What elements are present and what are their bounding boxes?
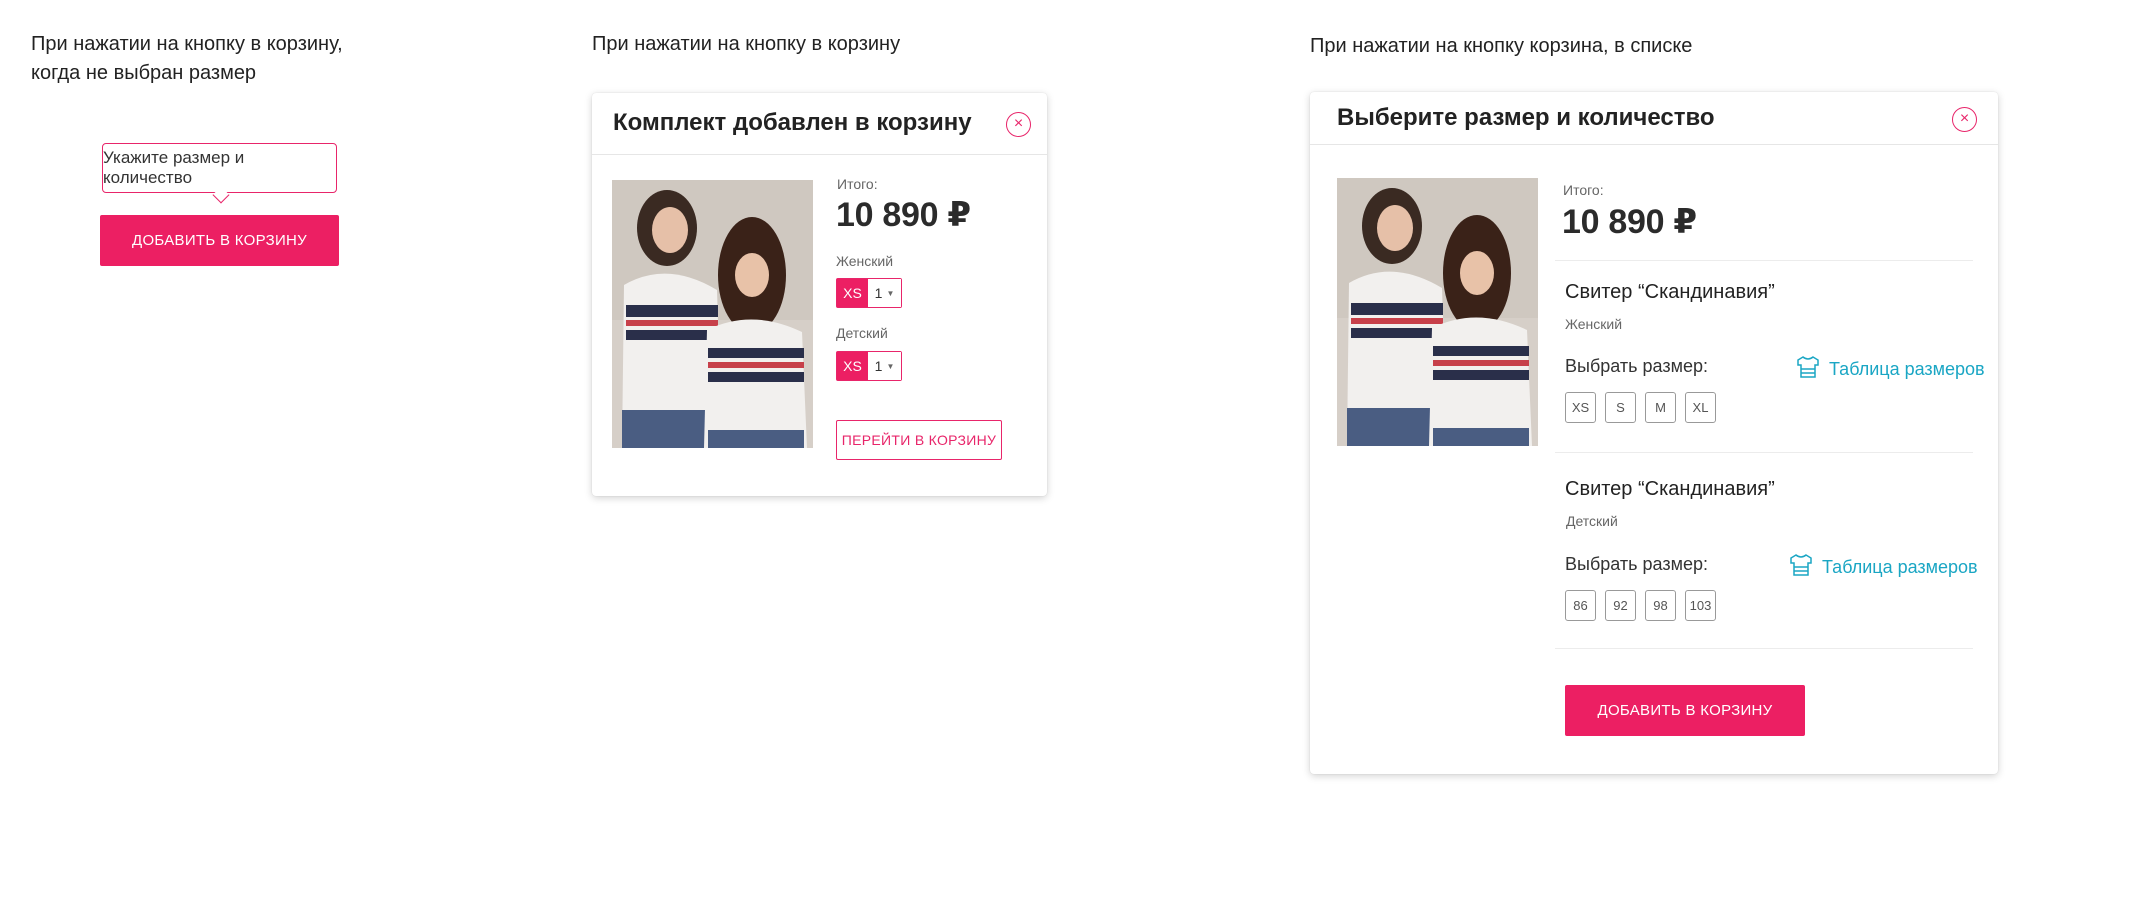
size-option[interactable]: M [1645,392,1676,423]
size-table-link[interactable]: Таблица размеров [1788,552,1978,583]
size-table-label: Таблица размеров [1822,557,1978,577]
size-table-icon [1795,354,1821,385]
product-image [1337,178,1538,446]
added-to-cart-popup: Комплект добавлен в корзину × Итого: 10 … [592,93,1047,496]
quantity-select[interactable]: 1 ▼ [868,279,901,307]
choose-size-label: Выбрать размер: [1565,356,1708,376]
product-variant: Детский [1566,513,1618,529]
size-required-tooltip: Укажите размер и количество [102,143,337,193]
size-option[interactable]: 86 [1565,590,1596,621]
tooltip-text: Укажите размер и количество [103,148,245,187]
total-label: Итого: [837,176,878,192]
popup-title: Выберите размер и количество [1337,104,1715,131]
size-option[interactable]: 103 [1685,590,1716,621]
caption-added: При нажатии на кнопку в корзину [592,33,901,55]
product-name: Свитер “Скандинавия” [1565,281,1775,303]
close-icon[interactable]: × [1952,107,1977,132]
size-option[interactable]: XL [1685,392,1716,423]
size-option[interactable]: 98 [1645,590,1676,621]
caption-no-size: При нажатии на кнопку в корзину, когда н… [31,33,343,84]
size-qty-select-kids[interactable]: XS 1 ▼ [836,351,902,381]
product-name: Свитер “Скандинавия” [1565,478,1775,500]
divider [1555,648,1973,649]
size-option[interactable]: 92 [1605,590,1636,621]
size-qty-select-women[interactable]: XS 1 ▼ [836,278,902,308]
popup-title: Комплект добавлен в корзину [613,109,972,136]
quantity-value: 1 [874,285,883,301]
size-table-link[interactable]: Таблица размеров [1795,354,1985,385]
popup-header: Комплект добавлен в корзину × [592,93,1047,155]
size-option[interactable]: S [1605,392,1636,423]
choose-size-label: Выбрать размер: [1565,554,1708,574]
size-option[interactable]: XS [1565,392,1596,423]
caption-from-list: При нажатии на кнопку корзина, в списке [1310,35,1693,57]
size-table-label: Таблица размеров [1829,359,1985,379]
add-to-cart-button[interactable]: ДОБАВИТЬ В КОРЗИНУ [1565,685,1805,736]
total-price: 10 890 ₽ [1562,203,1697,241]
product-image [612,180,813,448]
product-variant: Женский [1565,316,1623,332]
selected-size[interactable]: XS [837,352,868,380]
close-icon[interactable]: × [1006,112,1031,137]
total-label: Итого: [1563,182,1604,198]
total-price: 10 890 ₽ [836,196,971,234]
size-table-icon [1788,552,1814,583]
quantity-value: 1 [874,358,883,374]
quantity-select[interactable]: 1 ▼ [868,352,901,380]
popup-header: Выберите размер и количество × [1310,92,1998,145]
divider [1555,452,1973,453]
go-to-cart-button[interactable]: ПЕРЕЙТИ В КОРЗИНУ [836,420,1002,460]
choose-size-popup: Выберите размер и количество × Итого: 10… [1310,92,1998,774]
variant-label-kids: Детский [836,325,888,341]
variant-label-women: Женский [836,253,894,269]
selected-size[interactable]: XS [837,279,868,307]
divider [1555,260,1973,261]
add-to-cart-button[interactable]: ДОБАВИТЬ В КОРЗИНУ [100,215,339,266]
caret-down-icon: ▼ [886,288,895,298]
caret-down-icon: ▼ [886,361,895,371]
